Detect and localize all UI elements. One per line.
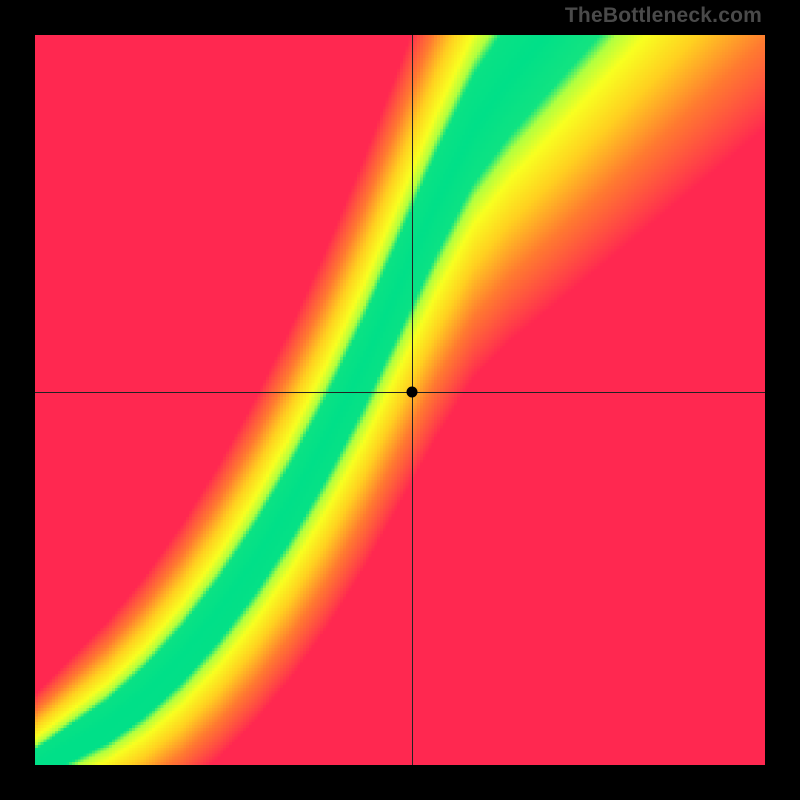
crosshair-horizontal	[35, 392, 765, 393]
watermark-text: TheBottleneck.com	[565, 4, 762, 28]
crosshair-vertical	[412, 35, 413, 765]
heatmap-canvas	[35, 35, 765, 765]
crosshair-marker	[407, 386, 418, 397]
chart-frame: TheBottleneck.com	[0, 0, 800, 800]
